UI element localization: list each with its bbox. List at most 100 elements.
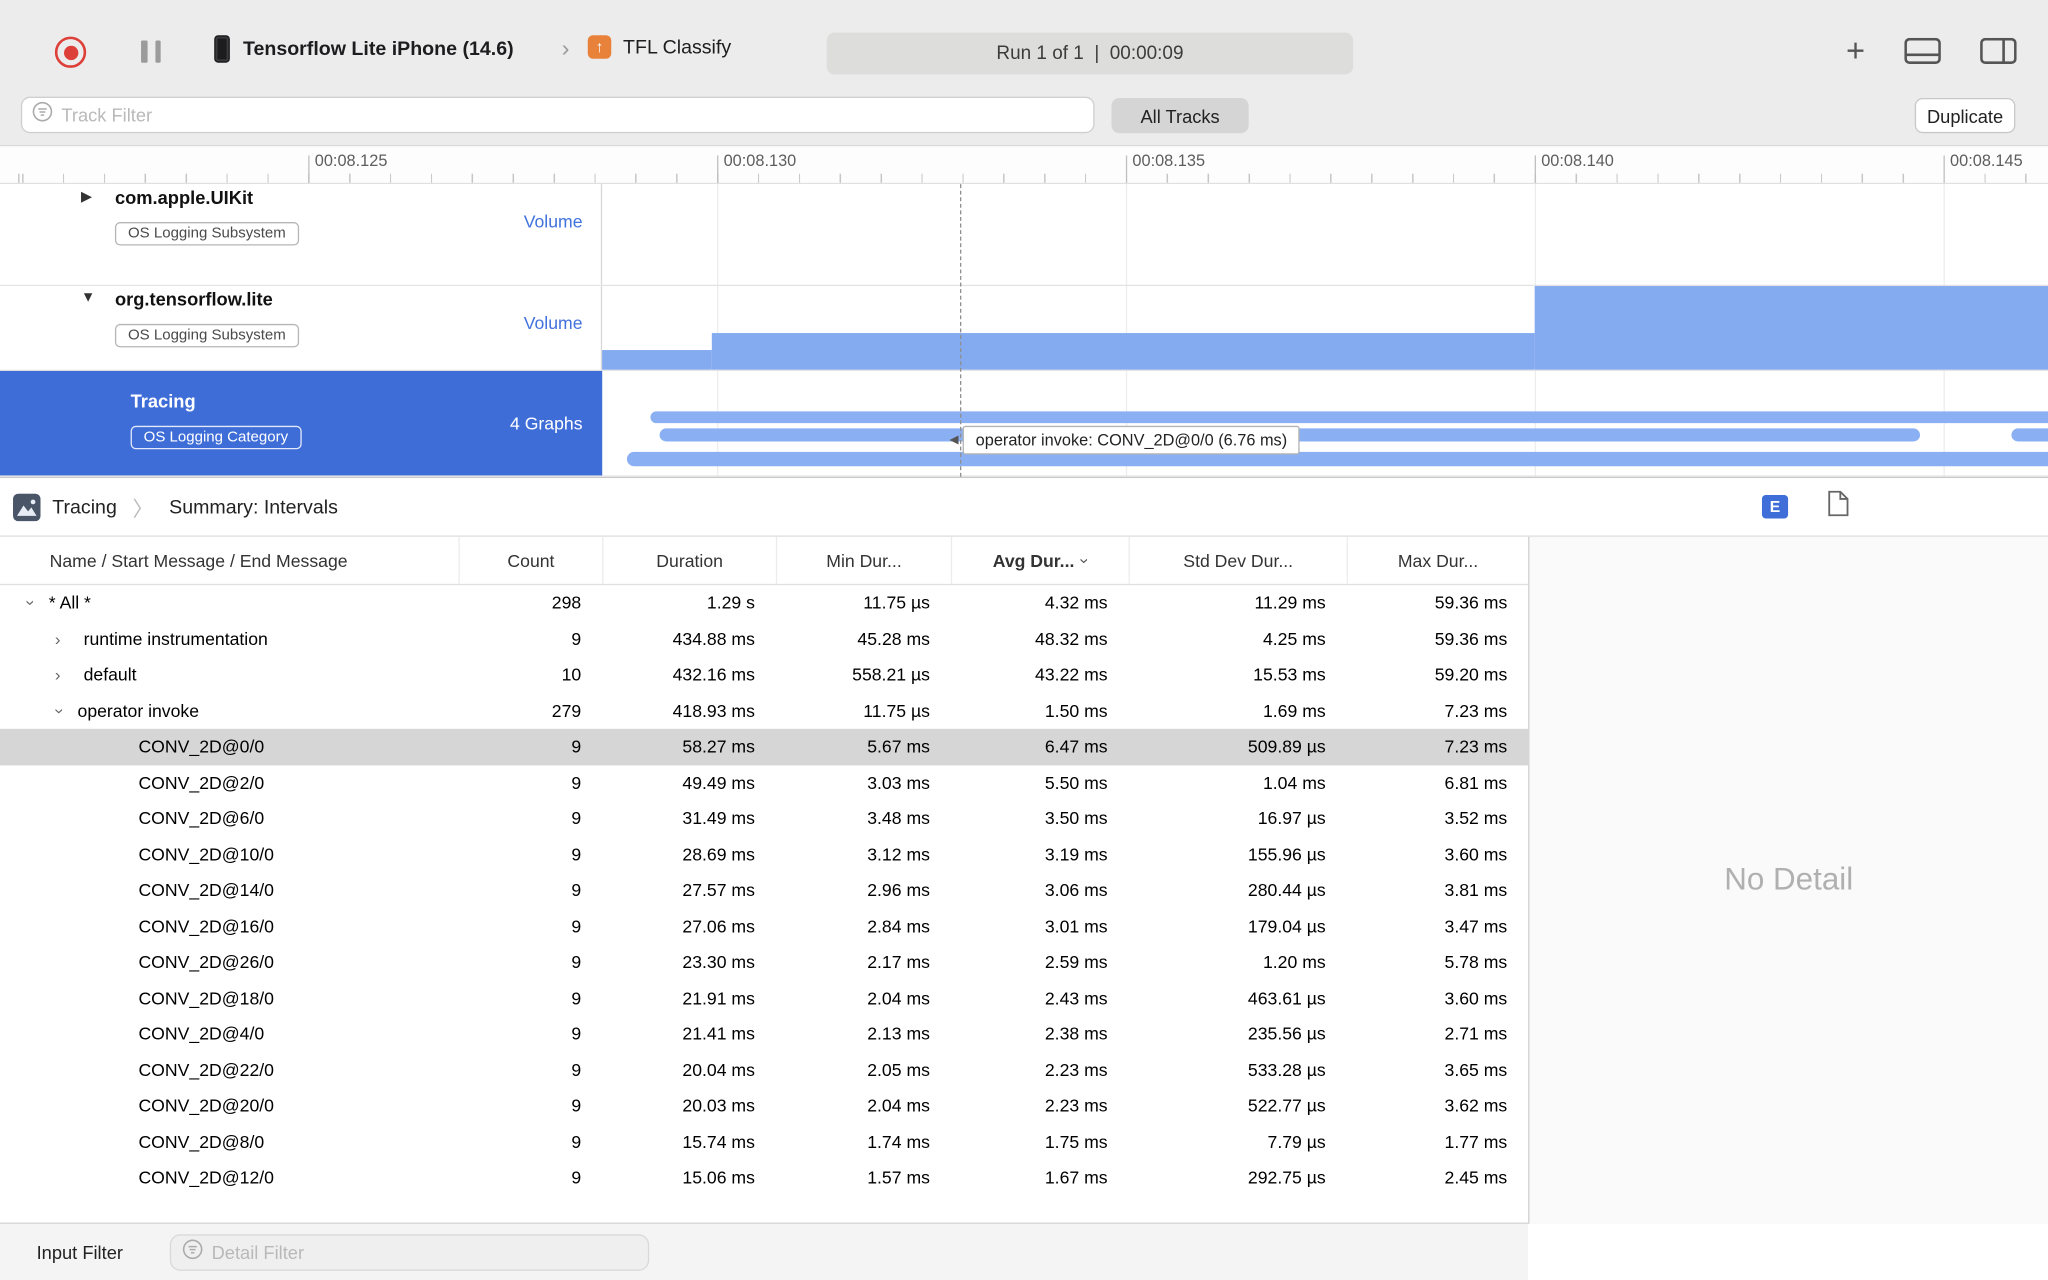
cell-count: 9 — [571, 1024, 582, 1044]
breadcrumb-page[interactable]: Summary: Intervals — [169, 496, 338, 518]
track-lane[interactable] — [602, 286, 2048, 370]
track-label[interactable]: Tracing OS Logging Category 4 Graphs — [0, 370, 603, 476]
column-header-count[interactable]: Count — [458, 536, 602, 584]
track-lane[interactable]: ◀ operator invoke: CONV_2D@0/0 (6.76 ms) — [602, 371, 2048, 475]
table-row[interactable]: › runtime instrumentation 9 434.88 ms 45.28 … — [0, 621, 1528, 657]
row-name-text: CONV_2D@14/0 — [138, 880, 274, 901]
duplicate-button[interactable]: Duplicate — [1914, 97, 2016, 134]
breadcrumb-root[interactable]: Tracing — [52, 496, 117, 518]
table-row[interactable]: CONV_2D@12/0 9 15.06 ms 1.57 ms 1.67 ms 292.7… — [0, 1160, 1528, 1196]
table-row[interactable]: CONV_2D@2/0 9 49.49 ms 3.03 ms 5.50 ms 1.04 m… — [0, 765, 1528, 801]
column-header-stddev[interactable]: Std Dev Dur... — [1128, 536, 1346, 584]
expanded-detail-button[interactable]: E — [1761, 495, 1789, 519]
table-row[interactable]: CONV_2D@22/0 9 20.04 ms 2.05 ms 2.23 ms 533.2… — [0, 1052, 1528, 1088]
ruler-major-tick — [1125, 155, 1128, 183]
instruments-window: Tensorflow Lite iPhone (14.6) › ↑ TFL Cl… — [0, 0, 2048, 1280]
track-label[interactable]: ▼ org.tensorflow.lite OS Logging Subsyst… — [0, 286, 603, 370]
track-filter-field[interactable] — [20, 96, 1095, 134]
table-row[interactable]: CONV_2D@0/0 9 58.27 ms 5.67 ms 6.47 ms 509.89… — [0, 728, 1529, 765]
interval-bar[interactable] — [2011, 428, 2048, 442]
cell-name: CONV_2D@22/0 — [0, 1060, 458, 1080]
disclosure-chevron-icon[interactable]: › — [51, 708, 71, 714]
cell-count: 9 — [571, 629, 582, 649]
cell-std: 7.79 µs — [1267, 1132, 1326, 1152]
disclosure-chevron-icon[interactable]: › — [55, 665, 84, 685]
table-row[interactable]: CONV_2D@6/0 9 31.49 ms 3.48 ms 3.50 ms 16.97 … — [0, 801, 1528, 837]
track-row-tensorflow[interactable]: ▼ org.tensorflow.lite OS Logging Subsyst… — [0, 286, 2048, 371]
track-row-uikit[interactable]: ▶ com.apple.UIKit OS Logging Subsystem V… — [0, 184, 2048, 287]
track-row-tracing[interactable]: Tracing OS Logging Category 4 Graphs ◀ o… — [0, 370, 2048, 477]
detail-filter-field[interactable] — [169, 1234, 650, 1271]
detail-filter-input[interactable] — [211, 1242, 648, 1264]
disclosure-chevron-icon[interactable]: › — [55, 629, 84, 649]
track-label[interactable]: ▶ com.apple.UIKit OS Logging Subsystem V… — [0, 184, 603, 285]
timeline-ruler[interactable]: 00:08.125 00:08.130 00:08.135 00:08.140 00:0… — [0, 146, 2048, 185]
device-selector[interactable]: Tensorflow Lite iPhone (14.6) — [214, 35, 514, 63]
table-row[interactable]: CONV_2D@10/0 9 28.69 ms 3.12 ms 3.19 ms 155.9… — [0, 837, 1528, 873]
ruler-time-label: 00:08.135 — [1132, 151, 1206, 170]
cell-name: CONV_2D@20/0 — [0, 1096, 458, 1116]
cell-std: 1.04 ms — [1262, 772, 1326, 793]
target-selector[interactable]: ↑ TFL Classify — [587, 35, 732, 59]
cell-max: 5.78 ms — [1444, 952, 1508, 973]
cell-max: 6.81 ms — [1444, 772, 1508, 793]
column-header-max[interactable]: Max Dur... — [1346, 536, 1529, 584]
cell-name: CONV_2D@18/0 — [0, 988, 458, 1008]
record-button[interactable] — [54, 36, 87, 68]
cell-max: 7.23 ms — [1444, 701, 1508, 721]
column-header-name[interactable]: Name / Start Message / End Message — [0, 537, 458, 584]
ruler-minor-ticks — [0, 173, 2048, 183]
table-row[interactable]: CONV_2D@20/0 9 20.03 ms 2.04 ms 2.23 ms 522.7… — [0, 1088, 1528, 1124]
column-header-min[interactable]: Min Dur... — [775, 536, 951, 584]
cell-min: 3.03 ms — [867, 772, 930, 793]
track-filter-input[interactable] — [61, 104, 1094, 126]
track-badge: OS Logging Subsystem — [114, 222, 299, 246]
cell-count: 9 — [571, 1060, 582, 1080]
track-name: com.apple.UIKit — [114, 186, 254, 208]
target-name: TFL Classify — [623, 35, 732, 59]
playhead-line[interactable] — [960, 184, 962, 477]
cell-min: 11.75 µs — [863, 593, 930, 613]
table-row[interactable]: CONV_2D@8/0 9 15.74 ms 1.74 ms 1.75 ms 7.79 µ… — [0, 1124, 1528, 1160]
cell-min: 2.04 ms — [867, 988, 930, 1008]
track-name: Tracing — [130, 390, 196, 412]
track-name: org.tensorflow.lite — [114, 288, 273, 310]
cell-std: 1.69 ms — [1262, 701, 1326, 721]
cell-name: CONV_2D@16/0 — [0, 917, 458, 937]
table-row[interactable]: › default 10 432.16 ms 558.21 µs 43.22 ms 15.5… — [0, 657, 1528, 693]
all-tracks-button[interactable]: All Tracks — [1111, 97, 1249, 134]
table-row[interactable]: CONV_2D@18/0 9 21.91 ms 2.04 ms 2.43 ms 463.6… — [0, 980, 1528, 1016]
table-row[interactable]: CONV_2D@16/0 9 27.06 ms 2.84 ms 3.01 ms 179.0… — [0, 908, 1528, 944]
column-header-duration[interactable]: Duration — [602, 536, 776, 584]
table-row[interactable]: › operator invoke 279 418.93 ms 11.75 µs 1.50… — [0, 693, 1528, 729]
row-name-text: CONV_2D@10/0 — [138, 844, 274, 865]
tracks-section: ▶ com.apple.UIKit OS Logging Subsystem V… — [0, 184, 2048, 477]
interval-bar[interactable] — [626, 451, 2048, 467]
table-row[interactable]: CONV_2D@14/0 9 27.57 ms 2.96 ms 3.06 ms 280.4… — [0, 872, 1528, 908]
disclosure-chevron-icon[interactable]: › — [22, 600, 42, 606]
cell-std: 15.53 ms — [1253, 665, 1326, 685]
cell-avg: 3.06 ms — [1044, 880, 1108, 901]
cell-std: 155.96 µs — [1247, 844, 1326, 865]
interval-bar[interactable] — [650, 411, 2048, 424]
track-lane[interactable] — [602, 184, 2048, 285]
disclosure-triangle-icon[interactable]: ▼ — [81, 290, 95, 306]
cell-duration: 31.49 ms — [682, 808, 755, 829]
row-name-text: CONV_2D@26/0 — [138, 952, 274, 973]
table-row[interactable]: CONV_2D@4/0 9 21.41 ms 2.13 ms 2.38 ms 235.56… — [0, 1016, 1528, 1052]
pause-button[interactable] — [141, 40, 161, 63]
cell-count: 9 — [571, 1132, 582, 1152]
table-row[interactable]: › * All * 298 1.29 s 11.75 µs 4.32 ms 11.29 ms… — [0, 585, 1528, 621]
cell-avg: 4.32 ms — [1044, 593, 1108, 613]
column-header-avg[interactable]: Avg Dur... › — [950, 536, 1129, 584]
cell-max: 7.23 ms — [1444, 736, 1508, 757]
cell-duration: 28.69 ms — [682, 844, 755, 865]
document-icon[interactable] — [1827, 490, 1849, 524]
disclosure-triangle-icon[interactable]: ▶ — [81, 188, 92, 205]
row-name-text: CONV_2D@2/0 — [138, 772, 265, 793]
toggle-right-panel-button[interactable] — [1980, 37, 2017, 64]
cell-max: 3.62 ms — [1444, 1096, 1508, 1116]
table-row[interactable]: CONV_2D@26/0 9 23.30 ms 2.17 ms 2.59 ms 1.20 … — [0, 944, 1528, 980]
add-instrument-button[interactable]: + — [1846, 35, 1865, 68]
toggle-bottom-panel-button[interactable] — [1904, 37, 1941, 64]
